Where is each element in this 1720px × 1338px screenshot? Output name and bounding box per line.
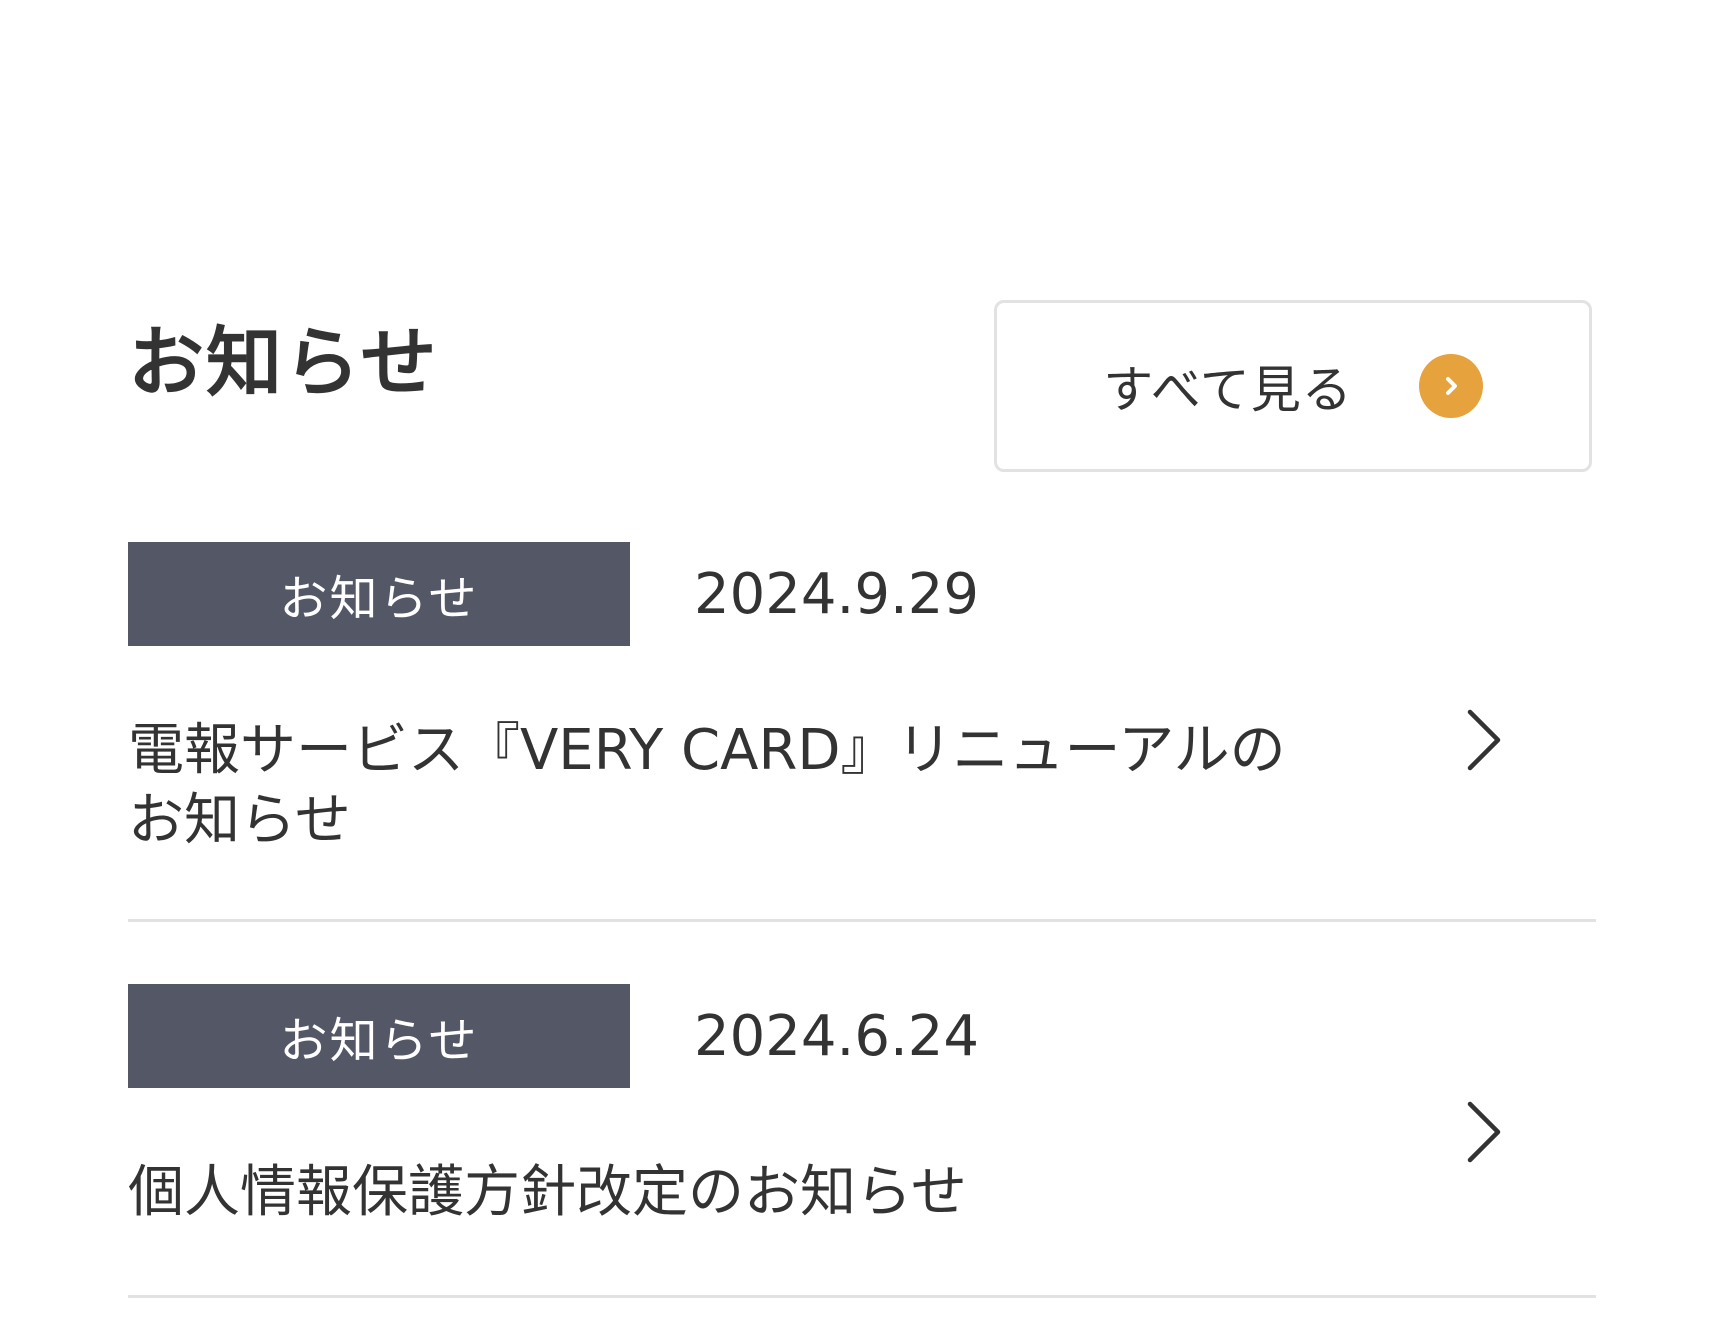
news-item[interactable]: お知らせ 2024.6.24 個人情報保護方針改定のお知らせ xyxy=(128,984,1596,1298)
news-meta: お知らせ 2024.9.29 xyxy=(128,542,979,646)
view-all-button[interactable]: すべて見る xyxy=(994,300,1592,472)
chevron-right-icon xyxy=(1464,708,1504,772)
news-title-line: 個人情報保護方針改定のお知らせ xyxy=(128,1160,967,1225)
view-all-label: すべて見る xyxy=(1103,361,1353,419)
section-title: お知らせ xyxy=(128,318,439,407)
category-badge: お知らせ xyxy=(128,542,630,646)
news-title-line: 電報サービス『VERY CARD』リニューアルの xyxy=(128,718,1286,783)
chevron-right-circle-icon xyxy=(1418,354,1483,418)
news-header: お知らせ すべて見る xyxy=(128,300,1596,478)
news-title-line: お知らせ xyxy=(128,788,351,853)
news-title[interactable]: 個人情報保護方針改定のお知らせ xyxy=(128,1158,1288,1228)
news-date: 2024.9.29 xyxy=(694,561,980,627)
category-badge: お知らせ xyxy=(128,984,630,1088)
chevron-right-icon xyxy=(1464,1100,1504,1164)
news-date: 2024.6.24 xyxy=(694,1003,980,1069)
news-section: お知らせ すべて見る お知らせ 2024.9.29 電報サービス『VERY CA… xyxy=(128,300,1596,1298)
news-item[interactable]: お知らせ 2024.9.29 電報サービス『VERY CARD』リニューアルの … xyxy=(128,542,1596,922)
news-list: お知らせ 2024.9.29 電報サービス『VERY CARD』リニューアルの … xyxy=(128,542,1596,1298)
news-meta: お知らせ 2024.6.24 xyxy=(128,984,979,1088)
news-title[interactable]: 電報サービス『VERY CARD』リニューアルの お知らせ xyxy=(128,716,1288,856)
